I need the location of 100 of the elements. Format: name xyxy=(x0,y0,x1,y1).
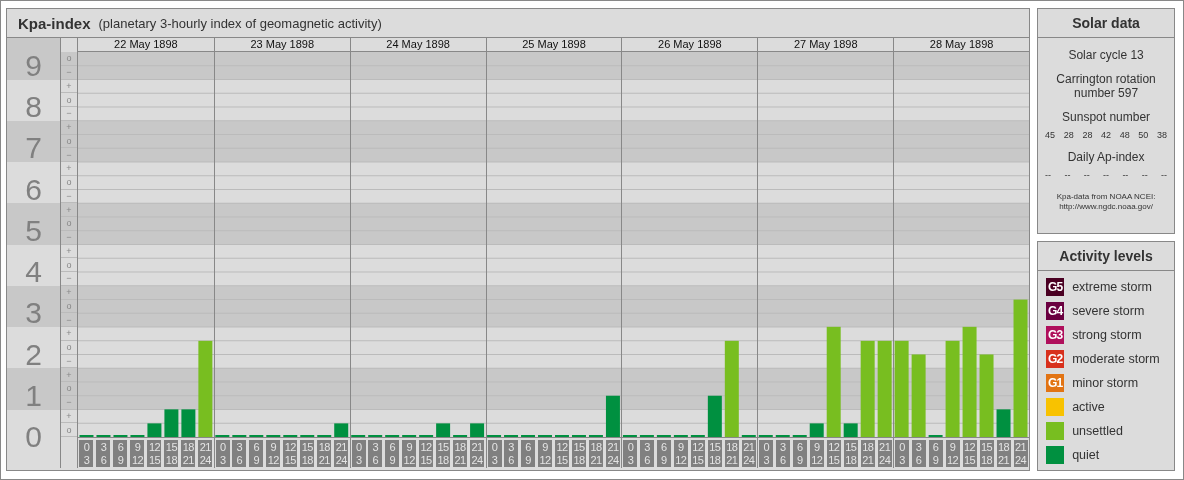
time-slot-label: 12 15 xyxy=(826,440,841,467)
ap-index-value: -- xyxy=(1161,170,1168,180)
day-label: 23 May 1898 xyxy=(213,38,350,51)
sunspot-value: 48 xyxy=(1119,130,1130,140)
time-slot-label: 15 18 xyxy=(979,440,994,467)
time-slot-label: 21 24 xyxy=(1013,440,1028,467)
time-slot-label: 12 15 xyxy=(962,440,977,467)
level-label: strong storm xyxy=(1072,328,1142,342)
kp-axis-label: 5 xyxy=(25,215,42,246)
time-slot-label: 3 6 xyxy=(639,440,654,467)
time-slot-label: 15 18 xyxy=(300,440,315,467)
level-badge: G2 xyxy=(1046,350,1065,368)
kp-axis-label: 8 xyxy=(25,92,42,122)
day-label: 24 May 1898 xyxy=(349,38,486,51)
time-slot-label: 6 9 xyxy=(385,440,400,467)
day-label: 22 May 1898 xyxy=(113,38,179,51)
level-badge: G3 xyxy=(1046,326,1065,344)
time-slot-label: 0 3 xyxy=(759,440,774,467)
time-slot-label: 21 24 xyxy=(334,440,349,467)
scale-mark: + xyxy=(61,203,77,217)
time-slot-label: 3 6 xyxy=(232,440,247,467)
time-slot-label: 6 9 xyxy=(792,440,807,467)
level-label: quiet xyxy=(1072,448,1100,462)
scale-mark: + xyxy=(61,327,77,341)
time-slot-label: 15 18 xyxy=(571,440,586,467)
level-label: moderate storm xyxy=(1072,352,1160,366)
sunspot-value: 28 xyxy=(1082,130,1093,140)
time-slot-label: 9 12 xyxy=(130,440,145,467)
day-label: 28 May 1898 xyxy=(893,38,1029,51)
kp-axis-label: 2 xyxy=(25,339,42,370)
time-slot-label: 0 3 xyxy=(351,440,366,467)
panel-title: Activity levels xyxy=(1038,242,1174,271)
kp-axis-label: 1 xyxy=(25,380,42,411)
panel-title: Solar data xyxy=(1038,9,1174,38)
sunspot-value: 28 xyxy=(1063,130,1074,140)
time-slot-label: 9 12 xyxy=(945,440,960,467)
kp-axis-label: 3 xyxy=(25,298,42,329)
source-text: Kpa-data from NOAA NCEI: xyxy=(1056,192,1156,202)
level-badge: G1 xyxy=(1046,374,1065,392)
level-label: unsettled xyxy=(1072,424,1123,438)
day-label: 27 May 1898 xyxy=(757,38,894,51)
time-slot-label: 15 18 xyxy=(164,440,179,467)
time-slot-label: 0 3 xyxy=(487,440,502,467)
time-slot-label: 9 12 xyxy=(809,440,824,467)
time-slot-label: 21 24 xyxy=(605,440,620,467)
sunspot-value: 50 xyxy=(1138,130,1149,140)
carrington-text: Carrington rotation number 597 xyxy=(1055,72,1157,100)
time-slot-label: 3 6 xyxy=(96,440,111,467)
time-slot-label: 6 9 xyxy=(249,440,264,467)
time-slot-label: 12 15 xyxy=(555,440,569,467)
time-slot-label: 0 3 xyxy=(623,440,638,467)
ap-index-value: -- xyxy=(1064,170,1071,180)
time-slot-label: 15 18 xyxy=(843,440,858,467)
level-label: severe storm xyxy=(1072,304,1145,318)
time-slot-label: 15 18 xyxy=(707,440,722,467)
ap-index-value: -- xyxy=(1103,170,1110,180)
level-label: active xyxy=(1072,400,1105,414)
day-label: 25 May 1898 xyxy=(485,38,622,51)
time-slot-label: 12 15 xyxy=(690,440,705,467)
time-slot-label: 6 9 xyxy=(928,440,943,467)
sunspot-value: 45 xyxy=(1045,130,1056,140)
solar-cycle-text: Solar cycle 13 xyxy=(1067,48,1145,62)
level-label: minor storm xyxy=(1072,376,1139,390)
level-label: extreme storm xyxy=(1072,280,1152,294)
time-slot-label: 6 9 xyxy=(113,440,128,467)
time-slot-label: 18 21 xyxy=(317,440,332,467)
time-slot-label: 9 12 xyxy=(402,440,417,467)
day-label: 26 May 1898 xyxy=(621,38,758,51)
kp-axis-label: 9 xyxy=(25,50,42,81)
time-slot-label: 18 21 xyxy=(588,440,603,467)
time-slot-label: 0 3 xyxy=(895,440,910,467)
level-badge: G5 xyxy=(1046,278,1065,296)
kp-axis-label: 4 xyxy=(25,257,42,287)
time-slot-label: 12 15 xyxy=(283,440,298,467)
sunspot-value: 42 xyxy=(1101,130,1112,140)
time-slot-label: 3 6 xyxy=(504,440,519,467)
time-slot-label: 18 21 xyxy=(453,440,468,467)
time-slot-label: 9 12 xyxy=(673,440,688,467)
scale-mark: + xyxy=(61,162,77,176)
scale-mark: − xyxy=(61,313,77,327)
time-slot-label: 3 6 xyxy=(368,440,383,467)
sunspot-value: 38 xyxy=(1157,130,1167,140)
time-slot-label: 21 24 xyxy=(877,440,892,467)
time-slot-label: 9 12 xyxy=(538,440,552,467)
time-slot-label: 6 9 xyxy=(521,440,535,467)
time-slot-label: 3 6 xyxy=(775,440,790,467)
kp-axis-label: 6 xyxy=(25,174,42,205)
ap-index-value: -- xyxy=(1083,170,1090,180)
kp-axis-label: 0 xyxy=(25,422,42,452)
time-slot-label: 0 3 xyxy=(215,440,230,467)
time-slot-label: 21 24 xyxy=(198,440,213,467)
sunspot-heading: Sunspot number xyxy=(1061,110,1152,124)
scale-mark: − xyxy=(61,148,77,162)
time-slot-label: 18 21 xyxy=(724,440,739,467)
time-slot-label: 6 9 xyxy=(656,440,671,467)
time-slot-label: 15 18 xyxy=(436,440,451,467)
chart-title: Kpa-index xyxy=(18,14,91,32)
time-slot-label: 12 15 xyxy=(147,440,162,467)
level-badge: G4 xyxy=(1046,302,1065,320)
time-slot-label: 9 12 xyxy=(266,440,281,467)
